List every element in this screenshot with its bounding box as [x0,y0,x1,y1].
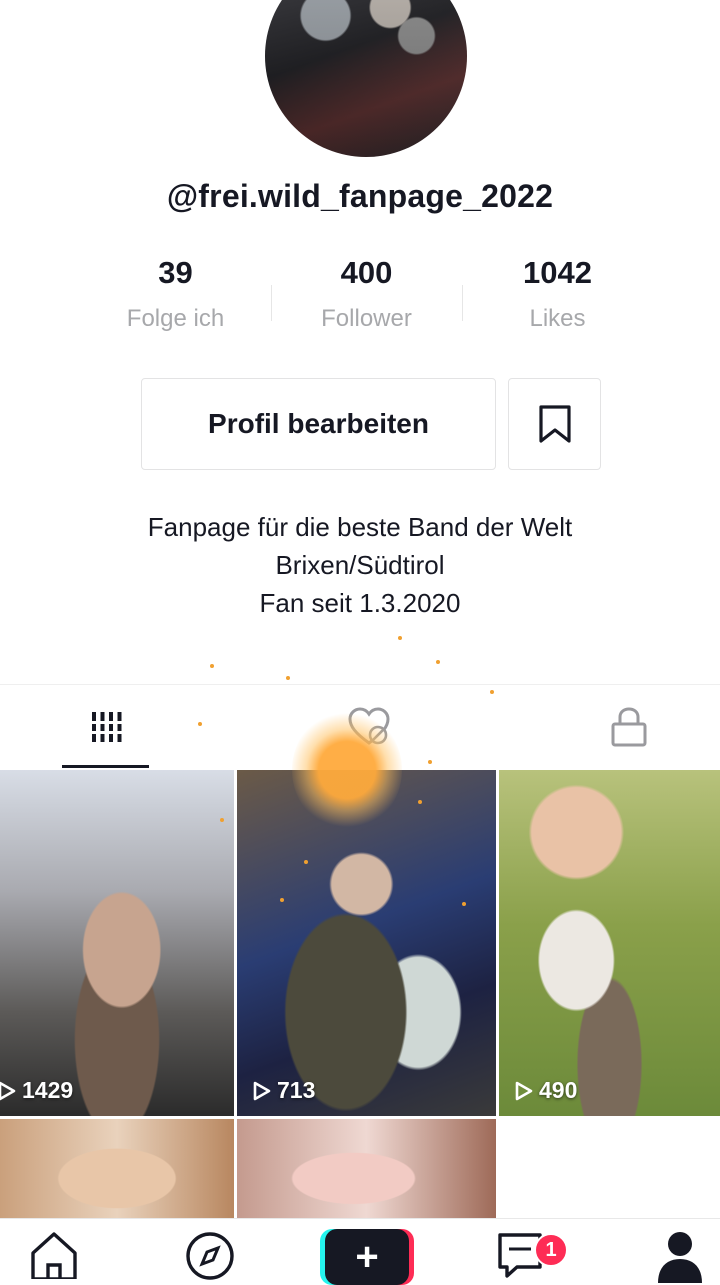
stat-likes[interactable]: 1042 Likes [462,255,653,345]
lock-icon [611,707,646,747]
view-count-value: 490 [539,1077,578,1103]
bio-line-1: Fanpage für die beste Band der Welt [147,512,573,542]
stat-followers[interactable]: 400 Follower [271,255,462,345]
bookmark-icon [538,405,571,443]
view-count: 713 [253,1077,315,1104]
confetti-dot [210,664,214,668]
bio-line-2: Brixen/Südtirol [275,550,445,580]
edit-profile-button[interactable]: Profil bearbeiten [141,378,496,470]
create-icon: + [325,1229,409,1285]
profile-stats: 39 Folge ich 400 Follower 1042 Likes [80,255,653,345]
grid-lines-icon [88,712,123,742]
profile-icon [658,1232,702,1283]
view-count-value: 713 [277,1077,316,1103]
confetti-dot [398,636,402,640]
bio-line-3: Fan seit 1.3.2020 [259,588,461,618]
bookmarks-button[interactable] [508,378,601,470]
discover-icon [186,1232,234,1280]
profile-username: @frei.wild_fanpage_2022 [166,178,554,214]
profile-bio: Fanpage für die beste Band der Welt Brix… [0,508,720,622]
play-icon [0,1081,16,1100]
tab-selected-indicator [62,765,149,768]
play-icon [253,1081,271,1100]
nav-discover[interactable] [180,1229,240,1283]
play-icon [515,1081,533,1100]
heart-hidden-icon [347,707,390,745]
stat-followers-label: Follower [321,305,412,332]
view-count: 490 [515,1077,577,1104]
video-thumbnail[interactable] [0,1119,234,1218]
video-grid: 1429 713 490 [0,770,720,1218]
nav-profile[interactable] [650,1229,710,1283]
confetti-dot [286,676,290,680]
stat-followers-value: 400 [340,255,393,290]
nav-create[interactable]: + [322,1229,412,1285]
tab-liked[interactable] [325,685,412,769]
inbox-badge: 1 [534,1233,568,1267]
stat-following-value: 39 [158,255,193,290]
view-count-value: 1429 [22,1077,74,1103]
video-thumbnail[interactable]: 1429 [0,770,234,1116]
view-count: 1429 [0,1077,73,1104]
nav-home[interactable] [24,1229,84,1279]
stat-following[interactable]: 39 Folge ich [80,255,271,345]
video-thumbnail[interactable]: 713 [237,770,496,1116]
tab-videos[interactable] [62,685,149,769]
stat-likes-label: Likes [529,305,586,332]
tab-private[interactable] [585,685,672,769]
stat-likes-value: 1042 [523,255,592,290]
profile-avatar[interactable] [265,0,467,157]
home-icon [31,1232,77,1279]
stat-following-label: Folge ich [126,305,225,332]
bottom-nav: + [0,1218,720,1285]
confetti-dot [436,660,440,664]
profile-tabs [0,684,720,769]
video-thumbnail[interactable]: 490 [499,770,720,1116]
video-thumbnail[interactable] [237,1119,496,1218]
